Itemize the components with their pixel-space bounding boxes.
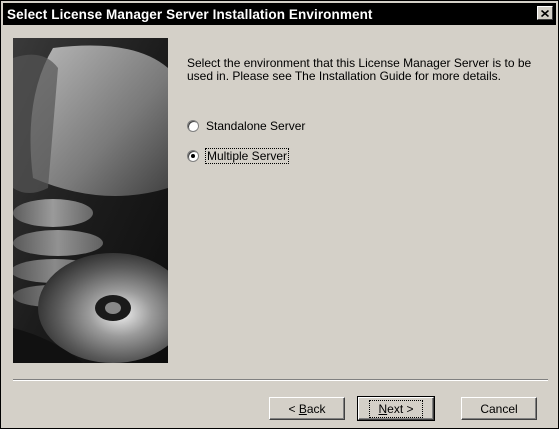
option-label: Multiple Server	[204, 148, 290, 164]
window-title: Select License Manager Server Installati…	[7, 6, 373, 22]
installer-dialog: Select License Manager Server Installati…	[0, 0, 559, 429]
radio-button-checked[interactable]	[187, 150, 199, 162]
close-button[interactable]	[537, 6, 553, 20]
close-icon	[541, 9, 549, 17]
radio-button-unchecked[interactable]	[187, 120, 199, 132]
back-button[interactable]: < Back	[269, 397, 345, 420]
footer-divider	[13, 379, 548, 381]
option-label: Standalone Server	[206, 119, 306, 133]
next-button[interactable]: Next >	[357, 396, 435, 421]
radio-selected-dot	[191, 154, 195, 158]
instruction-text: Select the environment that this License…	[187, 56, 532, 83]
next-label: Next >	[369, 399, 423, 418]
option-standalone-server[interactable]: Standalone Server	[187, 119, 305, 133]
cancel-button[interactable]: Cancel	[461, 397, 537, 420]
option-multiple-server[interactable]: Multiple Server	[187, 148, 290, 164]
hand-disc-image	[13, 38, 168, 363]
setup-illustration	[13, 38, 168, 363]
back-label: < Back	[288, 401, 326, 416]
title-bar[interactable]: Select License Manager Server Installati…	[3, 3, 556, 25]
